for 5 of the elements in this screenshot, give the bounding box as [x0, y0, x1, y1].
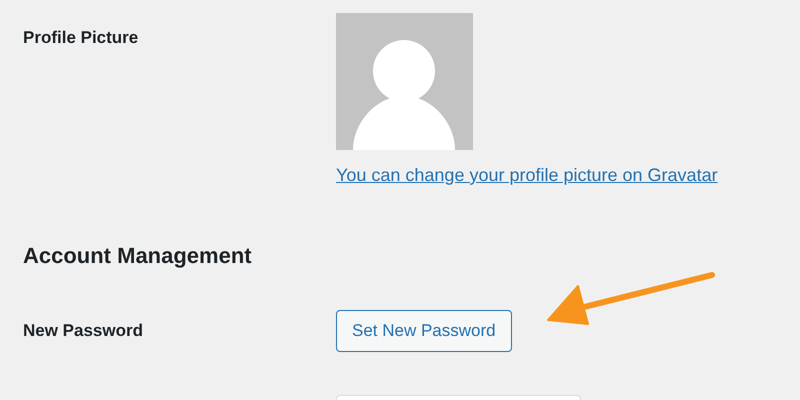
- set-password-button[interactable]: Set New Password: [336, 310, 512, 352]
- section-heading: Account Management: [23, 242, 253, 270]
- field-label: Profile Picture: [23, 28, 138, 47]
- field-label: New Password: [23, 321, 143, 340]
- gravatar-link[interactable]: You can change your profile picture on Gravatar: [336, 162, 718, 189]
